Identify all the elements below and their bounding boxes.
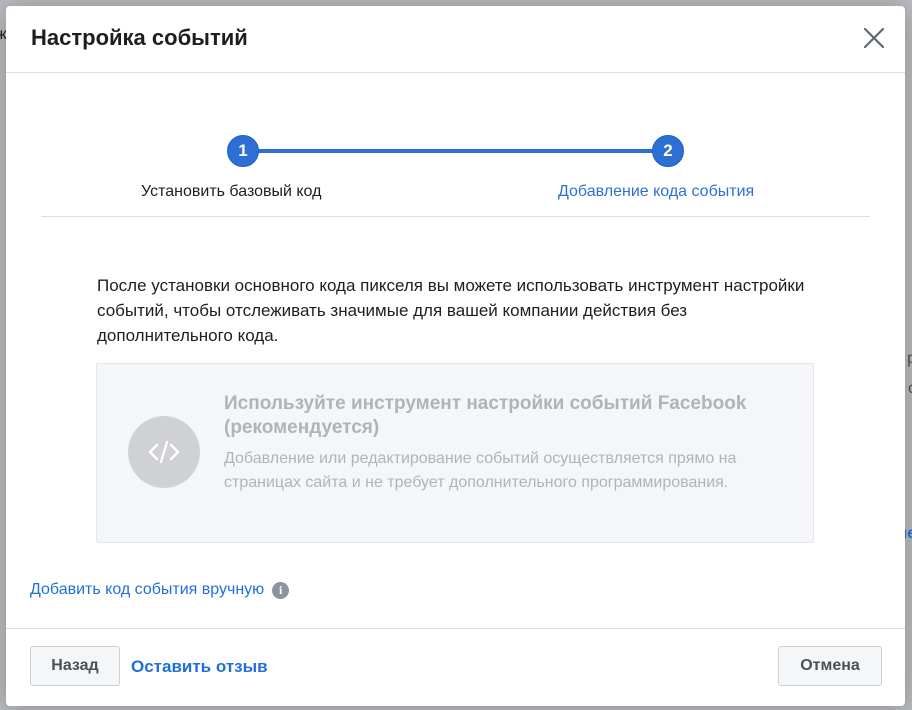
cancel-button[interactable]: Отмена — [778, 646, 882, 686]
step-2-indicator: 2 — [652, 135, 684, 167]
background-text-fragment: с — [908, 380, 912, 397]
intro-text: После установки основного кода пикселя в… — [97, 276, 805, 345]
option-title: Используйте инструмент настройки событий… — [224, 393, 747, 438]
back-button[interactable]: Назад — [30, 646, 120, 686]
event-setup-tool-option: Используйте инструмент настройки событий… — [96, 363, 814, 543]
close-icon — [863, 27, 885, 49]
close-button[interactable] — [861, 25, 887, 51]
code-icon-badge — [128, 416, 200, 488]
code-icon — [148, 440, 180, 464]
event-setup-dialog: Настройка событий 1 2 Установить базовый… — [6, 6, 905, 706]
step-1-label[interactable]: Установить базовый код — [141, 183, 321, 201]
leave-feedback-link[interactable]: Оставить отзыв — [131, 657, 268, 677]
dialog-footer: Назад Оставить отзыв Отмена — [6, 628, 905, 706]
add-event-code-manually-link[interactable]: Добавить код события вручную i — [30, 581, 290, 599]
manual-link-label: Добавить код события вручную — [30, 581, 265, 598]
info-icon[interactable]: i — [272, 581, 290, 599]
dialog-header: Настройка событий — [6, 6, 905, 73]
step-2-label: Добавление кода события — [558, 183, 755, 200]
stepper-progress-line — [243, 149, 669, 153]
dialog-title: Настройка событий — [31, 25, 248, 50]
option-description: Добавление или редактирование событий ос… — [224, 450, 737, 491]
setup-stepper: 1 2 Установить базовый код Добавление ко… — [41, 118, 870, 217]
step-1-indicator: 1 — [227, 135, 259, 167]
background-text-fragment: р — [907, 350, 912, 367]
